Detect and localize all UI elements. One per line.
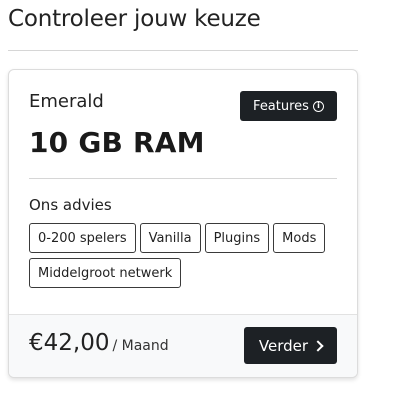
plan-card: Emerald Features i 10 GB RAM Ons advies … xyxy=(8,69,358,378)
tag-network: Middelgroot netwerk xyxy=(29,258,182,288)
tag-mods: Mods xyxy=(273,223,326,253)
card-footer: €42,00/ Maand Verder xyxy=(9,314,357,377)
info-icon: i xyxy=(312,100,324,112)
tag-players: 0-200 spelers xyxy=(29,223,136,253)
title-divider xyxy=(8,50,358,51)
tag-vanilla: Vanilla xyxy=(139,223,201,253)
plan-name: Emerald xyxy=(29,91,104,112)
features-button-label: Features xyxy=(253,98,309,114)
features-button[interactable]: Features i xyxy=(240,91,337,121)
ram-amount: 10 GB RAM xyxy=(29,126,205,159)
card-divider xyxy=(29,178,337,179)
advice-tags: 0-200 spelers Vanilla Plugins Mods Midde… xyxy=(29,223,339,288)
page-title: Controleer jouw keuze xyxy=(8,6,261,32)
next-button[interactable]: Verder xyxy=(244,327,337,364)
next-button-label: Verder xyxy=(258,336,309,355)
price: €42,00/ Maand xyxy=(29,330,169,356)
price-amount: €42,00 xyxy=(29,330,110,356)
tag-plugins: Plugins xyxy=(204,223,270,253)
price-period: / Maand xyxy=(112,338,169,354)
advice-label: Ons advies xyxy=(29,196,112,214)
chevron-right-icon xyxy=(312,339,324,352)
